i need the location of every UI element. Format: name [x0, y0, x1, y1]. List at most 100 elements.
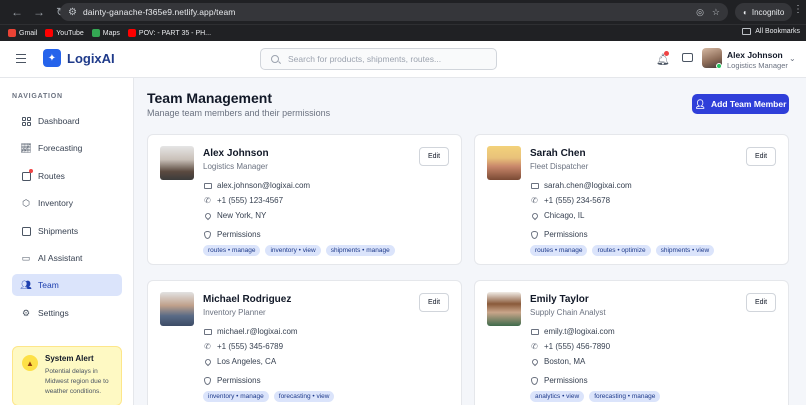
permission-tag: shipments • manage — [325, 245, 395, 256]
member-photo — [160, 146, 194, 180]
member-location: Chicago, IL — [530, 211, 584, 220]
permission-tags: inventory • manage forecasting • view — [203, 391, 335, 402]
url-text[interactable]: dainty-ganache-f365e9.netlify.app/team — [83, 7, 236, 17]
mail-icon — [203, 327, 212, 336]
edit-button[interactable]: Edit — [419, 293, 449, 312]
site-info-icon[interactable]: ⚙ — [68, 7, 77, 18]
member-name: Sarah Chen — [530, 148, 586, 159]
chevron-down-icon[interactable]: ⌄ — [789, 54, 796, 63]
search-input[interactable] — [288, 54, 488, 64]
member-phone: ✆ +1 (555) 456-7890 — [531, 342, 611, 351]
youtube-icon — [45, 29, 54, 37]
member-phone: ✆ +1 (555) 234-5678 — [531, 196, 611, 205]
user-role: Logistics Manager — [727, 61, 788, 70]
add-team-member-button[interactable]: 👤︎ Add Team Member — [692, 94, 789, 114]
bookmark-maps[interactable]: Maps — [91, 29, 120, 37]
permission-tags: routes • manage inventory • view shipmen… — [203, 245, 395, 256]
member-phone: ✆ +1 (555) 345-6789 — [204, 342, 284, 351]
member-location: New York, NY — [203, 211, 266, 220]
member-email[interactable]: emily.t@logixai.com — [530, 327, 615, 336]
permission-tag: routes • manage — [530, 245, 588, 256]
member-photo — [487, 292, 521, 326]
menu-icon[interactable] — [16, 54, 26, 63]
permissions-label: Permissions — [203, 376, 261, 385]
sidebar-item-shipments[interactable]: Shipments — [12, 220, 122, 242]
permission-tag: routes • manage — [203, 245, 261, 256]
mail-icon — [530, 327, 539, 336]
bookmark-gmail[interactable]: Gmail — [8, 29, 37, 37]
user-name[interactable]: Alex Johnson — [727, 50, 783, 60]
location-pin-icon — [530, 211, 539, 220]
search-box[interactable] — [260, 48, 497, 70]
chart-icon: 📈︎ — [20, 142, 32, 153]
system-alert: ▲ System Alert Potential delays in Midwe… — [12, 346, 122, 405]
gmail-icon — [8, 29, 16, 37]
permission-tag: routes • optimize — [592, 245, 651, 256]
member-role: Fleet Dispatcher — [530, 162, 589, 171]
location-pin-icon — [203, 357, 212, 366]
sidebar-item-dashboard[interactable]: Dashboard — [12, 110, 122, 132]
edit-button[interactable]: Edit — [746, 147, 776, 166]
phone-icon: ✆ — [531, 196, 538, 205]
edit-button[interactable]: Edit — [419, 147, 449, 166]
permissions-label: Permissions — [530, 230, 588, 239]
bookmarks-bar: Gmail YouTube Maps POV: - PART 35 - PH..… — [0, 24, 806, 41]
back-icon[interactable]: ← — [8, 3, 26, 21]
truck-icon — [21, 226, 31, 236]
permission-tag: forecasting • view — [273, 391, 335, 402]
box-icon: ⬡ — [22, 197, 30, 208]
bookmark-star-icon[interactable]: ☆ — [712, 7, 720, 18]
bookmark-youtube[interactable]: YouTube — [45, 29, 84, 37]
incognito-badge[interactable]: ◐ Incognito — [735, 3, 793, 21]
shield-icon — [530, 376, 539, 385]
member-email[interactable]: michael.r@logixai.com — [203, 327, 298, 336]
sidebar-item-ai-assistant[interactable]: ▭ AI Assistant — [12, 247, 122, 269]
member-email[interactable]: sarah.chen@logixai.com — [530, 181, 632, 190]
sidebar-item-forecasting[interactable]: 📈︎ Forecasting — [12, 137, 122, 159]
eye-off-icon[interactable]: ◎ — [696, 7, 704, 18]
member-location: Boston, MA — [530, 357, 585, 366]
sidebar-item-team[interactable]: 👥︎ Team — [12, 274, 122, 296]
member-phone: ✆ +1 (555) 123-4567 — [204, 196, 284, 205]
forward-icon[interactable]: → — [30, 3, 48, 21]
phone-icon: ✆ — [204, 196, 211, 205]
permission-tags: routes • manage routes • optimize shipme… — [530, 245, 715, 256]
edit-button[interactable]: Edit — [746, 293, 776, 312]
all-bookmarks[interactable]: All Bookmarks — [742, 28, 800, 35]
browser-menu-icon[interactable]: ⋮ — [793, 4, 803, 15]
team-member-card: Sarah Chen Fleet Dispatcher Edit sarah.c… — [474, 134, 789, 265]
sidebar: NAVIGATION Dashboard 📈︎ Forecasting Rout… — [0, 78, 134, 405]
address-bar[interactable]: ⚙ dainty-ganache-f365e9.netlify.app/team… — [60, 3, 728, 21]
member-name: Emily Taylor — [530, 294, 589, 305]
team-member-card: Alex Johnson Logistics Manager Edit alex… — [147, 134, 462, 265]
member-email[interactable]: alex.johnson@logixai.com — [203, 181, 310, 190]
permission-tag: inventory • manage — [203, 391, 269, 402]
member-role: Inventory Planner — [203, 308, 266, 317]
shield-icon — [530, 230, 539, 239]
logo-icon: ✦ — [43, 49, 61, 67]
bookmark-pov[interactable]: POV: - PART 35 - PH... — [127, 29, 211, 37]
location-pin-icon — [203, 211, 212, 220]
chat-icon: ▭ — [21, 252, 31, 263]
permissions-label: Permissions — [203, 230, 261, 239]
member-role: Logistics Manager — [203, 162, 268, 171]
sidebar-item-inventory[interactable]: ⬡ Inventory — [12, 192, 122, 214]
gear-icon: ⚙ — [21, 307, 31, 318]
sidebar-item-settings[interactable]: ⚙ Settings — [12, 302, 122, 324]
maps-icon — [91, 29, 100, 37]
team-member-card: Michael Rodriguez Inventory Planner Edit… — [147, 280, 462, 405]
sidebar-item-routes[interactable]: Routes — [12, 165, 122, 187]
page-subtitle: Manage team members and their permission… — [147, 108, 331, 118]
folder-icon — [742, 28, 752, 35]
mail-icon — [203, 181, 212, 190]
alert-text: Potential delays in Midwest region due t… — [45, 368, 109, 395]
permission-tag: analytics • view — [530, 391, 585, 402]
online-status-dot — [716, 63, 722, 69]
shield-icon — [203, 376, 212, 385]
member-name: Alex Johnson — [203, 148, 269, 159]
mail-icon — [530, 181, 539, 190]
notification-dot — [664, 51, 669, 56]
messages-icon[interactable] — [682, 53, 693, 62]
team-member-card: Emily Taylor Supply Chain Analyst Edit e… — [474, 280, 789, 405]
phone-icon: ✆ — [204, 342, 211, 351]
